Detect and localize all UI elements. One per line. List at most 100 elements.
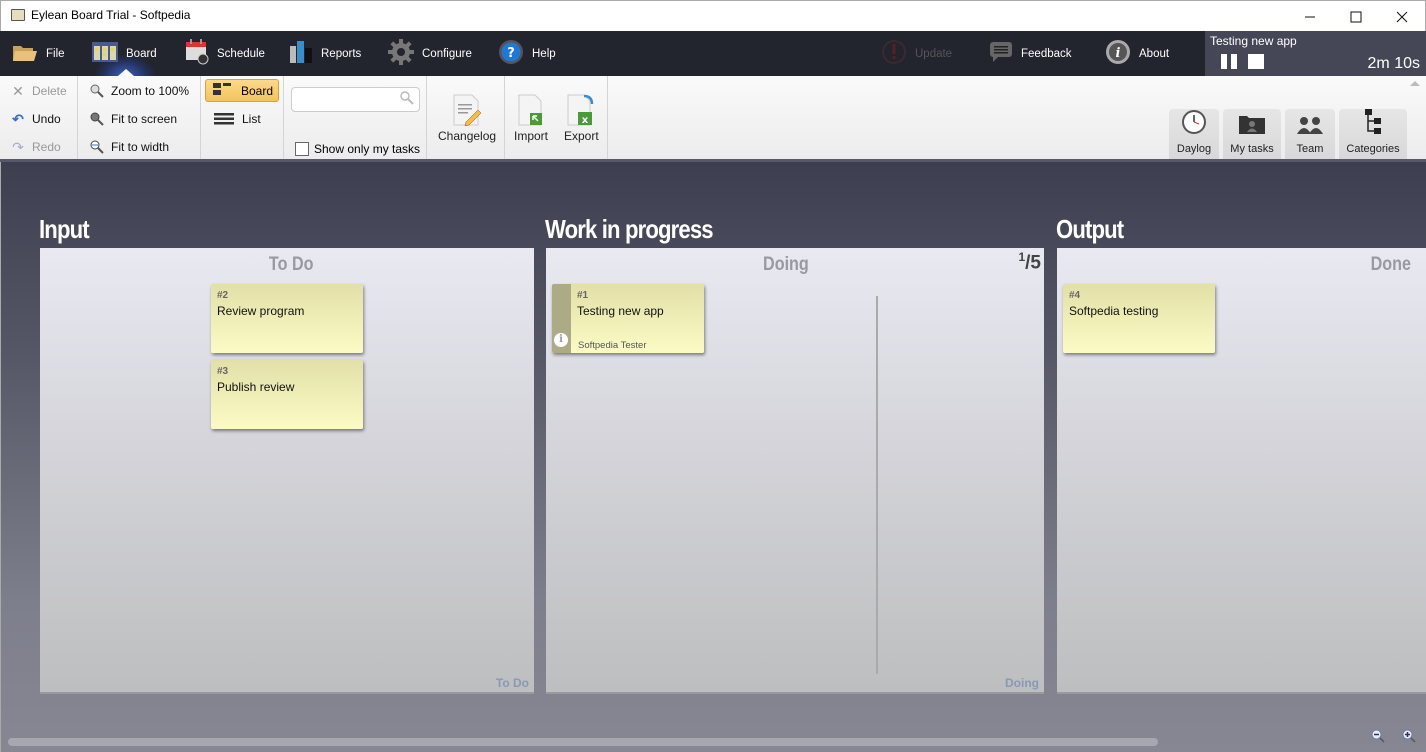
- undo-button[interactable]: ↶ Undo: [10, 108, 61, 130]
- task-card[interactable]: #4 Softpedia testing: [1063, 284, 1215, 353]
- fit-screen-button[interactable]: Fit to screen: [89, 108, 177, 130]
- list-view-button[interactable]: List: [214, 108, 261, 130]
- pause-button[interactable]: [1221, 54, 1237, 69]
- list-icon: [214, 111, 234, 127]
- timer-task-name: Testing new app: [1210, 34, 1297, 48]
- column-divider: [876, 296, 878, 674]
- board-view-button[interactable]: Board: [205, 79, 279, 102]
- column-header-done: Done: [1370, 254, 1411, 275]
- bar-chart-icon: [289, 40, 313, 67]
- stop-button[interactable]: [1248, 54, 1264, 69]
- fit-screen-label: Fit to screen: [111, 112, 178, 126]
- clock-icon: [1181, 109, 1207, 138]
- daylog-button[interactable]: Daylog: [1169, 109, 1219, 159]
- help-icon: ?: [498, 39, 524, 68]
- export-label: Export: [564, 129, 599, 143]
- window-title: Eylean Board Trial - Softpedia: [31, 8, 191, 22]
- list-view-label: List: [242, 112, 261, 126]
- menu-file[interactable]: File: [12, 31, 65, 76]
- categories-label: Categories: [1346, 143, 1400, 155]
- changelog-group: Changelog: [427, 76, 505, 159]
- show-my-tasks-checkbox[interactable]: [295, 142, 309, 156]
- board-view-icon: [213, 83, 233, 98]
- zoom-group: Zoom to 100% Fit to screen Fit to width: [78, 76, 201, 159]
- team-button[interactable]: Team: [1285, 109, 1335, 159]
- lane-title-output: Output: [1056, 214, 1124, 244]
- card-number: #4: [1069, 290, 1081, 301]
- changelog-button[interactable]: Changelog: [438, 94, 496, 143]
- maximize-icon: [1350, 11, 1362, 22]
- filter-group: Show only my tasks: [284, 76, 427, 159]
- task-card[interactable]: i #1 Testing new app Softpedia Tester: [552, 284, 704, 353]
- hierarchy-icon: [1363, 109, 1383, 138]
- delete-label: Delete: [32, 84, 67, 98]
- title-bar: Eylean Board Trial - Softpedia: [0, 0, 1426, 31]
- wip-limit: 1/5: [1018, 250, 1041, 274]
- export-button[interactable]: x Export: [564, 94, 599, 143]
- minimize-button[interactable]: [1287, 1, 1333, 32]
- import-label: Import: [514, 129, 549, 143]
- maximize-button[interactable]: [1333, 1, 1379, 32]
- alert-icon: [881, 39, 907, 68]
- undo-label: Undo: [32, 112, 61, 126]
- zoom-out-icon[interactable]: [1371, 728, 1385, 743]
- info-icon[interactable]: i: [554, 333, 568, 347]
- my-tasks-folder-icon: [1238, 113, 1266, 138]
- zoom-100-label: Zoom to 100%: [111, 84, 190, 98]
- menu-update-label: Update: [915, 47, 953, 60]
- menu-configure[interactable]: Configure: [388, 31, 472, 76]
- zoom-100-button[interactable]: Zoom to 100%: [89, 80, 189, 102]
- undo-icon: ↶: [12, 110, 24, 127]
- search-input[interactable]: [291, 87, 420, 112]
- changelog-label: Changelog: [438, 129, 497, 143]
- import-export-group: Import x Export: [505, 76, 608, 159]
- wip-max: /5: [1025, 252, 1041, 274]
- redo-icon: ↷: [12, 138, 24, 155]
- minimize-icon: [1305, 16, 1315, 17]
- collapse-ribbon-button[interactable]: [1410, 81, 1420, 86]
- card-title: Publish review: [217, 380, 295, 394]
- menu-update[interactable]: Update: [881, 31, 952, 76]
- card-number: #2: [217, 290, 229, 301]
- delete-button[interactable]: ✕ Delete: [10, 80, 67, 102]
- zoom-in-icon[interactable]: [1402, 728, 1416, 743]
- lane-input: To Do #2 Review program #3 Publish revie…: [40, 248, 534, 694]
- show-my-tasks-label: Show only my tasks: [314, 142, 421, 156]
- close-icon: [1396, 11, 1408, 22]
- categories-button[interactable]: Categories: [1339, 109, 1407, 159]
- fit-width-button[interactable]: Fit to width: [89, 136, 169, 158]
- menu-about-label: About: [1139, 47, 1170, 60]
- lane-title-input: Input: [39, 214, 90, 244]
- task-timer: Testing new app 2m 10s: [1205, 31, 1426, 76]
- fit-screen-icon: [89, 111, 105, 127]
- menu-schedule[interactable]: Schedule: [185, 31, 265, 76]
- my-tasks-label: My tasks: [1230, 143, 1274, 155]
- task-card[interactable]: #2 Review program: [211, 284, 363, 353]
- column-header-doing: Doing: [763, 254, 809, 275]
- card-title: Softpedia testing: [1069, 304, 1159, 318]
- ribbon-toolbar: ✕ Delete ↶ Undo ↷ Redo Zoom to 100% Fit …: [0, 76, 1426, 162]
- horizontal-scrollbar[interactable]: [8, 738, 1158, 746]
- changelog-icon: [452, 94, 482, 129]
- menu-feedback[interactable]: Feedback: [989, 31, 1072, 76]
- import-button[interactable]: Import: [514, 94, 548, 143]
- delete-x-icon: ✕: [12, 82, 24, 99]
- redo-label: Redo: [32, 140, 61, 154]
- card-title: Review program: [217, 304, 305, 318]
- magnifier-icon: [89, 83, 105, 99]
- menu-about[interactable]: i About: [1105, 31, 1169, 76]
- import-icon: [517, 94, 545, 129]
- svg-text:x: x: [582, 115, 589, 126]
- close-button[interactable]: [1379, 1, 1425, 32]
- redo-button[interactable]: ↷ Redo: [10, 136, 61, 158]
- menu-help[interactable]: ? Help: [498, 31, 556, 76]
- svg-text:i: i: [1116, 46, 1121, 61]
- column-footer-doing: Doing: [1005, 676, 1039, 690]
- timer-elapsed: 2m 10s: [1367, 55, 1420, 72]
- task-card[interactable]: #3 Publish review: [211, 360, 363, 429]
- lane-output: Done #4 Softpedia testing: [1057, 248, 1426, 694]
- my-tasks-button[interactable]: My tasks: [1223, 109, 1281, 159]
- menu-reports[interactable]: Reports: [289, 31, 361, 76]
- edit-group: ✕ Delete ↶ Undo ↷ Redo: [0, 76, 78, 159]
- menu-board[interactable]: Board: [92, 31, 157, 76]
